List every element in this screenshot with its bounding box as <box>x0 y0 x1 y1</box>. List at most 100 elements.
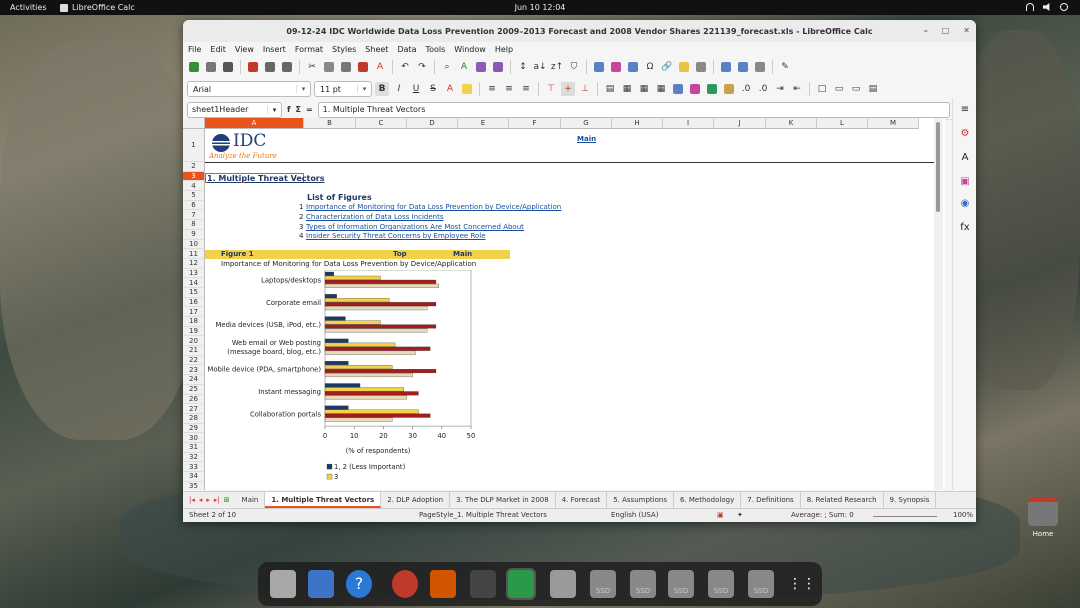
top-link[interactable]: Top <box>393 250 407 258</box>
row-header-2[interactable]: 2 <box>183 162 205 172</box>
header-footer-icon[interactable] <box>694 60 708 74</box>
ssd-drive-icon[interactable]: SSD <box>630 570 656 598</box>
tab-multiple-threat-vectors[interactable]: 1. Multiple Threat Vectors <box>265 491 382 508</box>
clone-format-icon[interactable] <box>356 60 370 74</box>
column-icon[interactable] <box>491 60 505 74</box>
tab-forecast[interactable]: 4. Forecast <box>556 491 608 508</box>
tab-methodology[interactable]: 6. Methodology <box>674 491 742 508</box>
minimize-button[interactable]: – <box>924 26 928 35</box>
row-header-31[interactable]: 31 <box>183 442 205 453</box>
row-header-25[interactable]: 25 <box>183 384 205 395</box>
name-box[interactable]: sheet1Header ▾ <box>187 101 282 118</box>
row-header-1[interactable]: 1 <box>183 129 205 162</box>
pivot-table-icon[interactable] <box>626 60 640 74</box>
font-size-box[interactable]: 11 pt ▾ <box>314 81 372 97</box>
center-vertically-icon[interactable]: + <box>561 82 575 96</box>
autofilter-icon[interactable]: ⛉ <box>567 60 581 74</box>
tab-synopsis[interactable]: 9. Synopsis <box>884 491 937 508</box>
italic-icon[interactable]: I <box>392 82 406 96</box>
insert-image-icon[interactable] <box>592 60 606 74</box>
zoom-slider[interactable] <box>873 516 937 517</box>
sort-icon[interactable]: ↕ <box>516 60 530 74</box>
menu-window[interactable]: Window <box>454 45 486 54</box>
save-icon[interactable] <box>221 60 235 74</box>
column-header-a[interactable]: A <box>205 118 304 129</box>
figure-1-link[interactable]: Importance of Monitoring for Data Loss P… <box>306 203 561 211</box>
add-decimal-icon[interactable]: .0 <box>739 82 753 96</box>
border-color-icon[interactable]: ▭ <box>849 82 863 96</box>
row-header-11[interactable]: 11 <box>183 249 205 259</box>
page-style[interactable]: PageStyle_1. Multiple Threat Vectors <box>419 511 547 519</box>
border-style-icon[interactable]: ▭ <box>832 82 846 96</box>
clear-format-icon[interactable]: A <box>373 60 387 74</box>
column-header-k[interactable]: K <box>766 118 817 129</box>
row-header-19[interactable]: 19 <box>183 326 205 337</box>
figure-3-link[interactable]: Types of Information Organizations Are M… <box>306 223 524 231</box>
language[interactable]: English (USA) <box>611 511 658 519</box>
tab-definitions[interactable]: 7. Definitions <box>741 491 801 508</box>
figure-2-link[interactable]: Characterization of Data Loss Incidents <box>306 213 443 221</box>
row-header-20[interactable]: 20 <box>183 336 205 347</box>
tab-navigation[interactable]: |◂ ◂ ▸ ▸| ⊞ <box>183 496 236 504</box>
print-icon[interactable] <box>263 60 277 74</box>
new-icon[interactable] <box>187 60 201 74</box>
next-sheet-icon[interactable]: ▸ <box>206 496 210 504</box>
row-header-35[interactable]: 35 <box>183 481 205 490</box>
print-preview-icon[interactable] <box>280 60 294 74</box>
menu-view[interactable]: View <box>235 45 254 54</box>
highlight-color-icon[interactable] <box>460 82 474 96</box>
row-header-28[interactable]: 28 <box>183 413 205 424</box>
font-name-box[interactable]: Arial ▾ <box>187 81 311 97</box>
rhythmbox-icon[interactable] <box>392 570 418 598</box>
spreadsheet-grid[interactable]: ABCDEFGHIJKLM 1 2 3 4 5 6 7 8 9 10 11 12 13 14 15 16 17 1… <box>183 118 945 490</box>
figure-4-link[interactable]: Insider Security Threat Concerns by Empl… <box>306 232 486 240</box>
close-button[interactable]: ✕ <box>963 26 970 35</box>
merge-center-icon[interactable]: ▦ <box>637 82 651 96</box>
prev-sheet-icon[interactable]: ◂ <box>199 496 203 504</box>
menu-file[interactable]: File <box>188 45 201 54</box>
redo-icon[interactable]: ↷ <box>415 60 429 74</box>
trash-icon[interactable] <box>550 570 576 598</box>
column-header-j[interactable]: J <box>714 118 766 129</box>
align-bottom-icon[interactable]: ⊥ <box>578 82 592 96</box>
row-header-27[interactable]: 27 <box>183 404 205 414</box>
sidebar-menu-icon[interactable]: ≡ <box>959 104 971 116</box>
underline-icon[interactable]: U <box>409 82 423 96</box>
format-currency-icon[interactable] <box>671 82 685 96</box>
row-header-13[interactable]: 13 <box>183 268 205 279</box>
navigator-icon[interactable]: ◉ <box>959 198 971 210</box>
align-center-icon[interactable]: ≡ <box>502 82 516 96</box>
copy-icon[interactable] <box>322 60 336 74</box>
styles-icon[interactable]: A <box>959 152 971 164</box>
maximize-button[interactable]: □ <box>942 26 950 35</box>
strikethrough-icon[interactable]: S <box>426 82 440 96</box>
find-replace-icon[interactable]: ⌕ <box>440 60 454 74</box>
row-header-5[interactable]: 5 <box>183 191 205 201</box>
show-draw-functions-icon[interactable]: ✎ <box>778 60 792 74</box>
menu-data[interactable]: Data <box>397 45 416 54</box>
column-header-f[interactable]: F <box>509 118 561 129</box>
borders-icon[interactable]: □ <box>815 82 829 96</box>
row-header-16[interactable]: 16 <box>183 297 205 308</box>
digital-signature-icon[interactable]: ✦ <box>737 511 743 519</box>
function-wizard-icon[interactable]: f <box>287 105 290 114</box>
system-monitor-icon[interactable] <box>470 570 496 598</box>
decrease-indent-icon[interactable]: ⇤ <box>790 82 804 96</box>
insert-chart-icon[interactable] <box>609 60 623 74</box>
paste-icon[interactable] <box>339 60 353 74</box>
align-right-icon[interactable]: ≡ <box>519 82 533 96</box>
row-header-24[interactable]: 24 <box>183 375 205 385</box>
volume-icon[interactable] <box>1043 3 1050 11</box>
row-header-22[interactable]: 22 <box>183 355 205 366</box>
add-sheet-icon[interactable]: ⊞ <box>224 496 230 504</box>
properties-icon[interactable]: ⚙ <box>959 128 971 140</box>
vertical-scrollbar[interactable] <box>934 118 943 490</box>
wrap-text-icon[interactable]: ▤ <box>603 82 617 96</box>
figure-1-chart[interactable]: Laptops/desktops Corporate email Media dev… <box>205 270 505 490</box>
column-header-m[interactable]: M <box>868 118 919 129</box>
column-header-e[interactable]: E <box>458 118 509 129</box>
merge-cells-icon[interactable]: ▦ <box>620 82 634 96</box>
app-grid-icon[interactable]: ⋮⋮ <box>788 570 816 598</box>
formula-icon[interactable]: = <box>306 105 313 114</box>
tab-dlp-adoption[interactable]: 2. DLP Adoption <box>381 491 451 508</box>
